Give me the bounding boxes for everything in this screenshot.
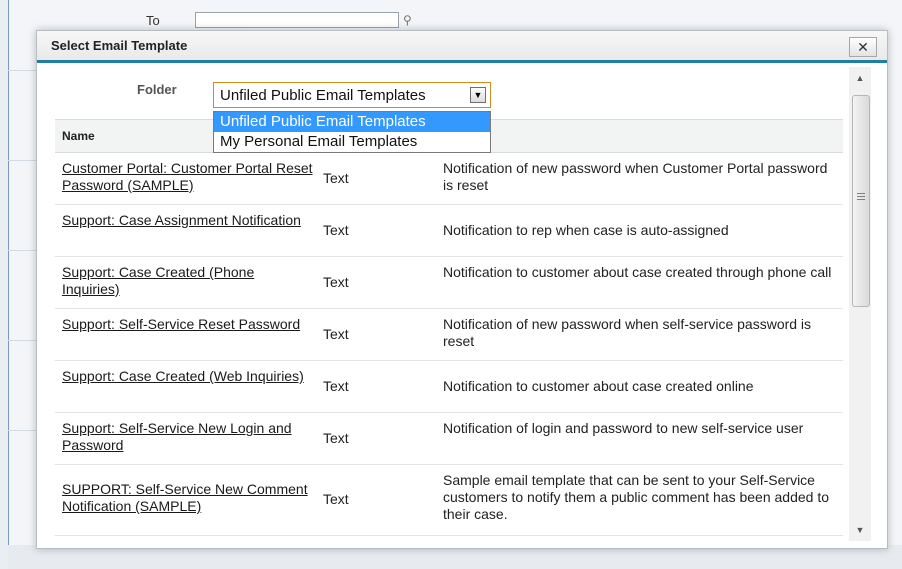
close-button[interactable]: ✕ <box>849 37 877 57</box>
to-label: To <box>146 13 160 28</box>
folder-select[interactable]: Unfiled Public Email Templates ▼ <box>213 82 491 108</box>
folder-option-my-personal[interactable]: My Personal Email Templates <box>214 132 490 152</box>
folder-option-unfiled-public[interactable]: Unfiled Public Email Templates <box>214 112 490 132</box>
template-description: Notification of login and password to ne… <box>443 420 804 436</box>
template-type: Text <box>323 274 349 290</box>
background-row <box>8 430 36 431</box>
background-row <box>8 340 36 341</box>
template-type: Text <box>323 326 349 342</box>
background-row <box>8 160 36 161</box>
table-row: Support: Case Created (Phone Inquiries) … <box>55 257 843 309</box>
template-link[interactable]: Support: Case Created (Web Inquiries) <box>62 368 304 384</box>
table-row: Support: Case Assignment Notification Te… <box>55 205 843 257</box>
template-name-cell: Support: Case Created (Phone Inquiries) <box>62 264 314 298</box>
lookup-icon[interactable]: ⚲ <box>403 14 419 26</box>
template-type: Text <box>323 378 349 394</box>
column-header-name[interactable]: Name <box>62 129 95 143</box>
template-description: Notification to customer about case crea… <box>443 378 754 394</box>
template-type: Text <box>323 491 349 507</box>
template-link[interactable]: SUPPORT: Self-Service New Comment Notifi… <box>62 481 308 514</box>
select-email-template-dialog: Select Email Template ✕ Folder Unfiled P… <box>36 30 888 549</box>
dialog-header: Select Email Template ✕ <box>37 31 887 63</box>
table-row: Support: Self-Service Reset Password Tex… <box>55 309 843 361</box>
template-description: Notification of new password when Custom… <box>443 160 828 193</box>
table-row: SUPPORT: Self-Service New Comment Notifi… <box>55 465 843 536</box>
template-link[interactable]: Support: Case Created (Phone Inquiries) <box>62 264 254 297</box>
close-icon: ✕ <box>857 39 869 55</box>
template-link[interactable]: Customer Portal: Customer Portal Reset P… <box>62 160 313 193</box>
dialog-scrollbar[interactable]: ▲ ▼ <box>849 67 871 541</box>
folder-dropdown-list: Unfiled Public Email Templates My Person… <box>213 111 491 153</box>
background-divider <box>8 0 9 569</box>
to-input[interactable] <box>195 12 399 28</box>
template-name-cell: Customer Portal: Customer Portal Reset P… <box>62 160 314 194</box>
template-link[interactable]: Support: Case Assignment Notification <box>62 212 301 228</box>
template-type: Text <box>323 170 349 186</box>
templates-table: Name ption Customer Portal: Customer Por… <box>55 119 843 536</box>
background-row <box>8 250 36 251</box>
background-row <box>8 70 36 71</box>
template-name-cell: Support: Case Created (Web Inquiries) <box>62 368 314 385</box>
template-link[interactable]: Support: Self-Service New Login and Pass… <box>62 420 292 453</box>
scrollbar-thumb[interactable] <box>852 95 870 307</box>
template-type: Text <box>323 222 349 238</box>
arrow-up-icon[interactable]: ▲ <box>849 69 871 87</box>
table-row: Support: Self-Service New Login and Pass… <box>55 413 843 465</box>
folder-label: Folder <box>137 82 177 97</box>
folder-select-value: Unfiled Public Email Templates <box>220 87 426 104</box>
template-name-cell: Support: Self-Service New Login and Pass… <box>62 420 314 454</box>
template-name-cell: Support: Self-Service Reset Password <box>62 316 314 333</box>
arrow-down-icon[interactable]: ▼ <box>849 521 871 539</box>
grip-icon <box>857 193 865 201</box>
template-name-cell: Support: Case Assignment Notification <box>62 212 314 229</box>
table-row: Support: Case Created (Web Inquiries) Te… <box>55 361 843 413</box>
template-type: Text <box>323 430 349 446</box>
template-description: Notification to customer about case crea… <box>443 264 832 280</box>
template-link[interactable]: Support: Self-Service Reset Password <box>62 316 300 332</box>
template-description: Sample email template that can be sent t… <box>443 472 829 522</box>
template-name-cell: SUPPORT: Self-Service New Comment Notifi… <box>62 481 314 515</box>
template-description: Notification to rep when case is auto-as… <box>443 222 729 238</box>
chevron-down-icon[interactable]: ▼ <box>470 87 486 103</box>
template-description: Notification of new password when self-s… <box>443 316 812 349</box>
table-row: Customer Portal: Customer Portal Reset P… <box>55 153 843 205</box>
dialog-title: Select Email Template <box>51 38 188 53</box>
